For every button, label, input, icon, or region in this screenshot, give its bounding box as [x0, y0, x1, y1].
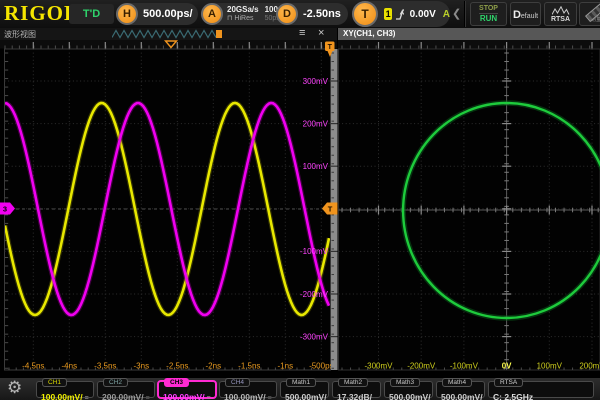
channel-tab[interactable]: Math3 [390, 378, 420, 387]
voltage-label: -300mV [300, 332, 329, 341]
channel-box-math3[interactable]: Math3 500.00mV/ [384, 381, 433, 398]
channel-scale-value: 200.00mV/ [102, 392, 144, 400]
channel-scale-value: 100.00mV/ [41, 392, 83, 400]
xy-voltage-label: 100mV [537, 362, 563, 371]
channel-tab[interactable]: Math2 [338, 378, 368, 387]
voltage-label: 100mV [303, 162, 329, 171]
time-label: -1ns [278, 362, 294, 371]
xy-voltage-label: 0V [502, 362, 512, 371]
channel-box-ch4[interactable]: CH4 100.00mV/= [219, 381, 277, 398]
channel-box-ch1[interactable]: CH1100.00mV/= Ω [36, 381, 94, 398]
gear-icon[interactable]: ⚙ [7, 378, 22, 398]
channel-tab[interactable]: CH4 [225, 378, 250, 387]
channel-box-list: CH1100.00mV/= ΩCH2200.00mV/= ΩCH3100.00m… [36, 381, 594, 398]
channel-scale-value: 100.00mV/ [224, 392, 266, 400]
channel-tab[interactable]: CH1 [42, 378, 67, 387]
channel-box-math4[interactable]: Math4 500.00mV/ [436, 381, 485, 398]
time-label: -3.5ns [94, 362, 116, 371]
voltage-label: -200mV [300, 290, 329, 299]
xy-voltage-label: -200mV [407, 362, 436, 371]
channel-tab[interactable]: CH3 [164, 378, 189, 387]
xy-voltage-label: -300mV [364, 362, 393, 371]
ch3-level-marker-label: 3 [3, 205, 7, 214]
trigger-pin-label: T [328, 44, 333, 51]
trigger-level-marker-label: T [328, 205, 333, 214]
channel-box-ch2[interactable]: CH2200.00mV/= Ω [97, 381, 155, 398]
channel-scale-value: 17.32dB/ [337, 392, 372, 400]
xy-horizontal-ruler[interactable] [338, 40, 600, 49]
channel-scale-value: 500.00mV/ [441, 392, 483, 400]
channel-scale-value: 500.00mV/ [389, 392, 431, 400]
xy-voltage-label: -100mV [450, 362, 479, 371]
channel-tab[interactable]: RTSA [494, 378, 523, 387]
time-label: -2ns [206, 362, 222, 371]
xy-voltage-label: 200mV [579, 362, 600, 371]
time-label: -500ps [309, 362, 333, 371]
channel-tab[interactable]: Math4 [442, 378, 472, 387]
channel-box-math2[interactable]: Math2 17.32dB/ [332, 381, 381, 398]
coupling-impedance-icons: = [268, 395, 272, 400]
channel-scale-value: 100.00mV/ [163, 392, 205, 400]
channel-box-ch3[interactable]: CH3100.00mV/= Ω [158, 381, 216, 398]
channel-tab[interactable]: CH2 [103, 378, 128, 387]
time-label: -3ns [134, 362, 150, 371]
time-label: -1.5ns [238, 362, 260, 371]
time-label: -4ns [62, 362, 78, 371]
channel-tab[interactable]: Math1 [286, 378, 316, 387]
oscilloscope-screen: RIGOL T'D H 500.00ps/ A 20GSa/s ⊓ HiRes … [0, 0, 600, 400]
bottom-channel-bar: ⚙ CH1100.00mV/= ΩCH2200.00mV/= ΩCH3100.0… [0, 377, 600, 400]
voltage-label: 300mV [303, 77, 329, 86]
time-label: -4.5ns [22, 362, 44, 371]
channel-box-math1[interactable]: Math1 500.00mV/ [280, 381, 329, 398]
channel-scale-value: C: 2.5GHz [493, 392, 533, 400]
display-area: 300mV 200mV 100mV -100mV -200mV -300mV -4.5ns -… [0, 0, 600, 377]
channel-box-rtsa[interactable]: RTSA C: 2.5GHz [488, 381, 594, 398]
voltage-label: -100mV [300, 247, 329, 256]
channel-scale-value: 500.00mV/ [285, 392, 327, 400]
voltage-label: 200mV [303, 119, 329, 128]
time-label: -2.5ns [166, 362, 188, 371]
